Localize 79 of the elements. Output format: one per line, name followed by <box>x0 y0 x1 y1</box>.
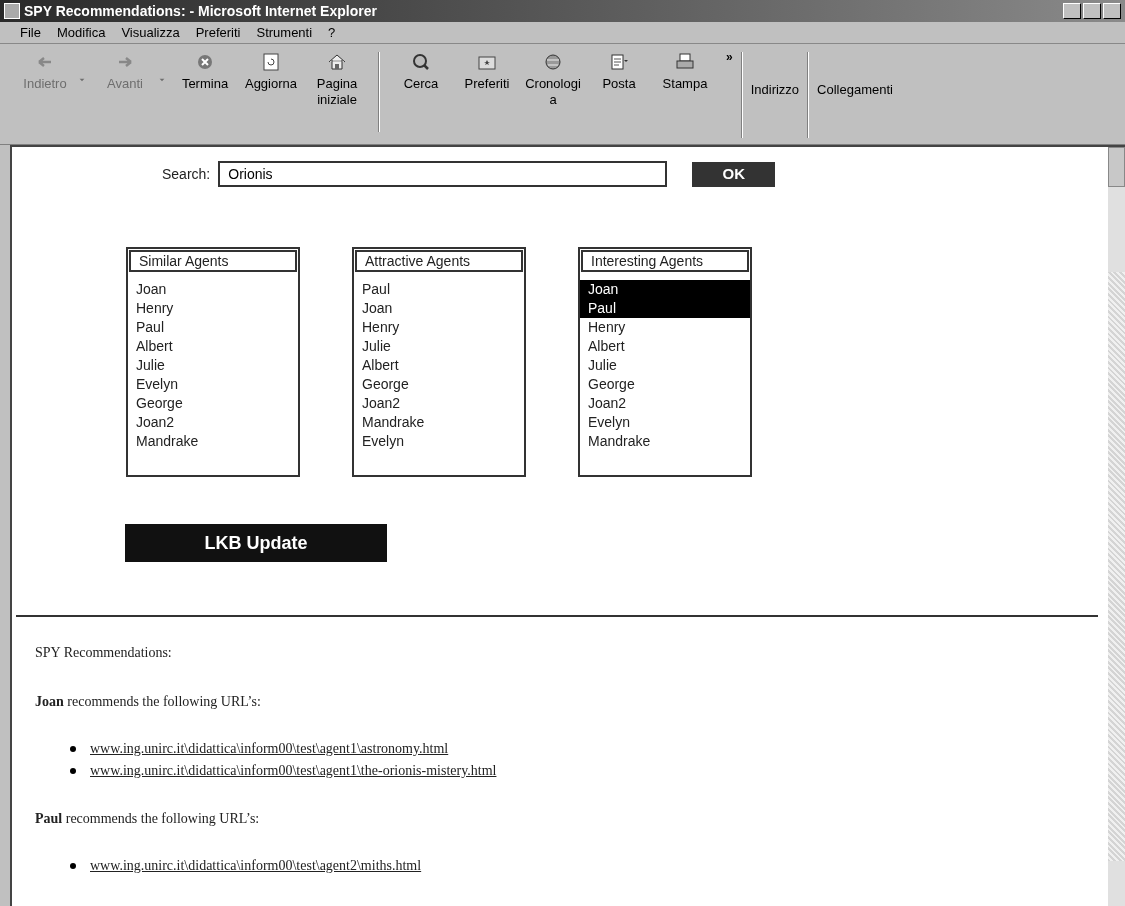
window-icon <box>4 3 20 19</box>
url-link[interactable]: www.ing.unirc.it\didattica\inform00\test\agent1\the-orionis-mistery.html <box>90 760 497 782</box>
list-item[interactable]: George <box>354 375 524 394</box>
list-item[interactable]: Albert <box>128 337 298 356</box>
menu-item[interactable]: Visualizza <box>121 22 180 43</box>
scroll-up-button[interactable] <box>1108 147 1125 187</box>
list-item[interactable]: Albert <box>354 356 524 375</box>
recommendation-text: Paul recommends the following URL’s: <box>35 810 261 828</box>
list-item[interactable]: Evelyn <box>128 375 298 394</box>
globe-icon <box>543 52 563 72</box>
bullet-icon <box>70 768 76 774</box>
list-item[interactable]: Joan <box>580 280 750 299</box>
scrollbar[interactable] <box>1108 147 1125 906</box>
list-item[interactable]: Paul <box>580 299 750 318</box>
toolbar-button[interactable]: Cerca <box>388 52 454 93</box>
list-item[interactable]: Joan <box>128 280 298 299</box>
recommendations-heading: SPY Recommendations: <box>35 644 173 662</box>
list-item[interactable]: Evelyn <box>580 413 750 432</box>
more-button[interactable]: » <box>726 48 733 66</box>
toolbar-button[interactable]: Pagina iniziale <box>304 52 370 109</box>
search-field[interactable]: Orionis <box>218 161 668 187</box>
list-item[interactable]: Julie <box>580 356 750 375</box>
list-title: Attractive Agents <box>355 250 523 272</box>
list-item[interactable]: Julie <box>128 356 298 375</box>
window-title: SPY Recommendations: - Microsoft Internet Explorer <box>24 1 377 21</box>
menu-item[interactable]: ? <box>328 22 336 43</box>
menu-item[interactable]: File <box>20 22 41 43</box>
list-item[interactable]: Henry <box>354 318 524 337</box>
list-item[interactable]: Joan2 <box>580 394 750 413</box>
recommendation-text: Joan recommends the following URL’s: <box>35 693 262 711</box>
toolbar-button[interactable]: Preferiti <box>454 52 520 93</box>
agent-list[interactable]: Interesting Agents Joan Paul Henry Albert Julie George Joan2 Evelyn Mandrake <box>578 247 752 477</box>
list-title: Interesting Agents <box>581 250 749 272</box>
list-item[interactable]: Albert <box>580 337 750 356</box>
toolbar-button[interactable]: Stampa <box>652 52 718 93</box>
address-label[interactable]: Indirizzo <box>750 52 800 100</box>
menu-item[interactable]: Preferiti <box>195 22 241 43</box>
stop-icon <box>195 52 215 72</box>
list-title: Similar Agents <box>129 250 297 272</box>
list-item[interactable]: Joan2 <box>128 413 298 432</box>
page-icon <box>261 52 281 72</box>
maximize-button[interactable] <box>1083 3 1101 19</box>
list-item[interactable]: Joan <box>354 299 524 318</box>
bullet-icon <box>70 863 76 869</box>
toolbar-button[interactable]: Posta <box>586 52 652 93</box>
agent-list[interactable]: Similar Agents Joan Henry Paul Albert Julie Evelyn George Joan2 Mandrake <box>126 247 300 477</box>
list-item[interactable]: Julie <box>354 337 524 356</box>
home-icon <box>327 52 347 72</box>
search-icon <box>411 52 431 72</box>
toolbar-button[interactable]: Cronologia <box>520 52 586 109</box>
bullet-icon <box>70 746 76 752</box>
caret-icon <box>158 76 166 84</box>
list-item[interactable]: Henry <box>580 318 750 337</box>
links-label[interactable]: Collegamenti <box>817 52 893 100</box>
list-item[interactable]: Mandrake <box>128 432 298 451</box>
update-button[interactable]: LKB Update <box>125 524 387 562</box>
toolbar-button[interactable]: Termina <box>172 52 238 93</box>
list-item[interactable]: Mandrake <box>354 413 524 432</box>
list-item[interactable]: Joan2 <box>354 394 524 413</box>
minimize-button[interactable] <box>1063 3 1081 19</box>
list-item[interactable]: Paul <box>128 318 298 337</box>
list-item[interactable]: Mandrake <box>580 432 750 451</box>
menu-item[interactable]: Strumenti <box>256 22 313 43</box>
close-button[interactable] <box>1103 3 1121 19</box>
url-link[interactable]: www.ing.unirc.it\didattica\inform00\test\agent1\astronomy.html <box>90 738 449 760</box>
search-label: Search: <box>162 164 211 184</box>
printer-icon <box>675 52 695 72</box>
document-icon <box>609 52 629 72</box>
toolbar-button[interactable]: Aggiorna <box>238 52 304 93</box>
list-item[interactable]: Paul <box>354 280 524 299</box>
list-item[interactable]: Evelyn <box>354 432 524 451</box>
agent-list[interactable]: Attractive Agents Paul Joan Henry Julie Albert George Joan2 Mandrake Evelyn <box>352 247 526 477</box>
url-link[interactable]: www.ing.unirc.it\didattica\inform00\test\agent2\miths.html <box>90 855 422 877</box>
ok-button[interactable]: OK <box>692 161 776 187</box>
list-item[interactable]: George <box>128 394 298 413</box>
menu-item[interactable]: Modifica <box>56 22 106 43</box>
list-item[interactable]: Henry <box>128 299 298 318</box>
caret-icon <box>78 76 86 84</box>
list-item[interactable]: George <box>580 375 750 394</box>
